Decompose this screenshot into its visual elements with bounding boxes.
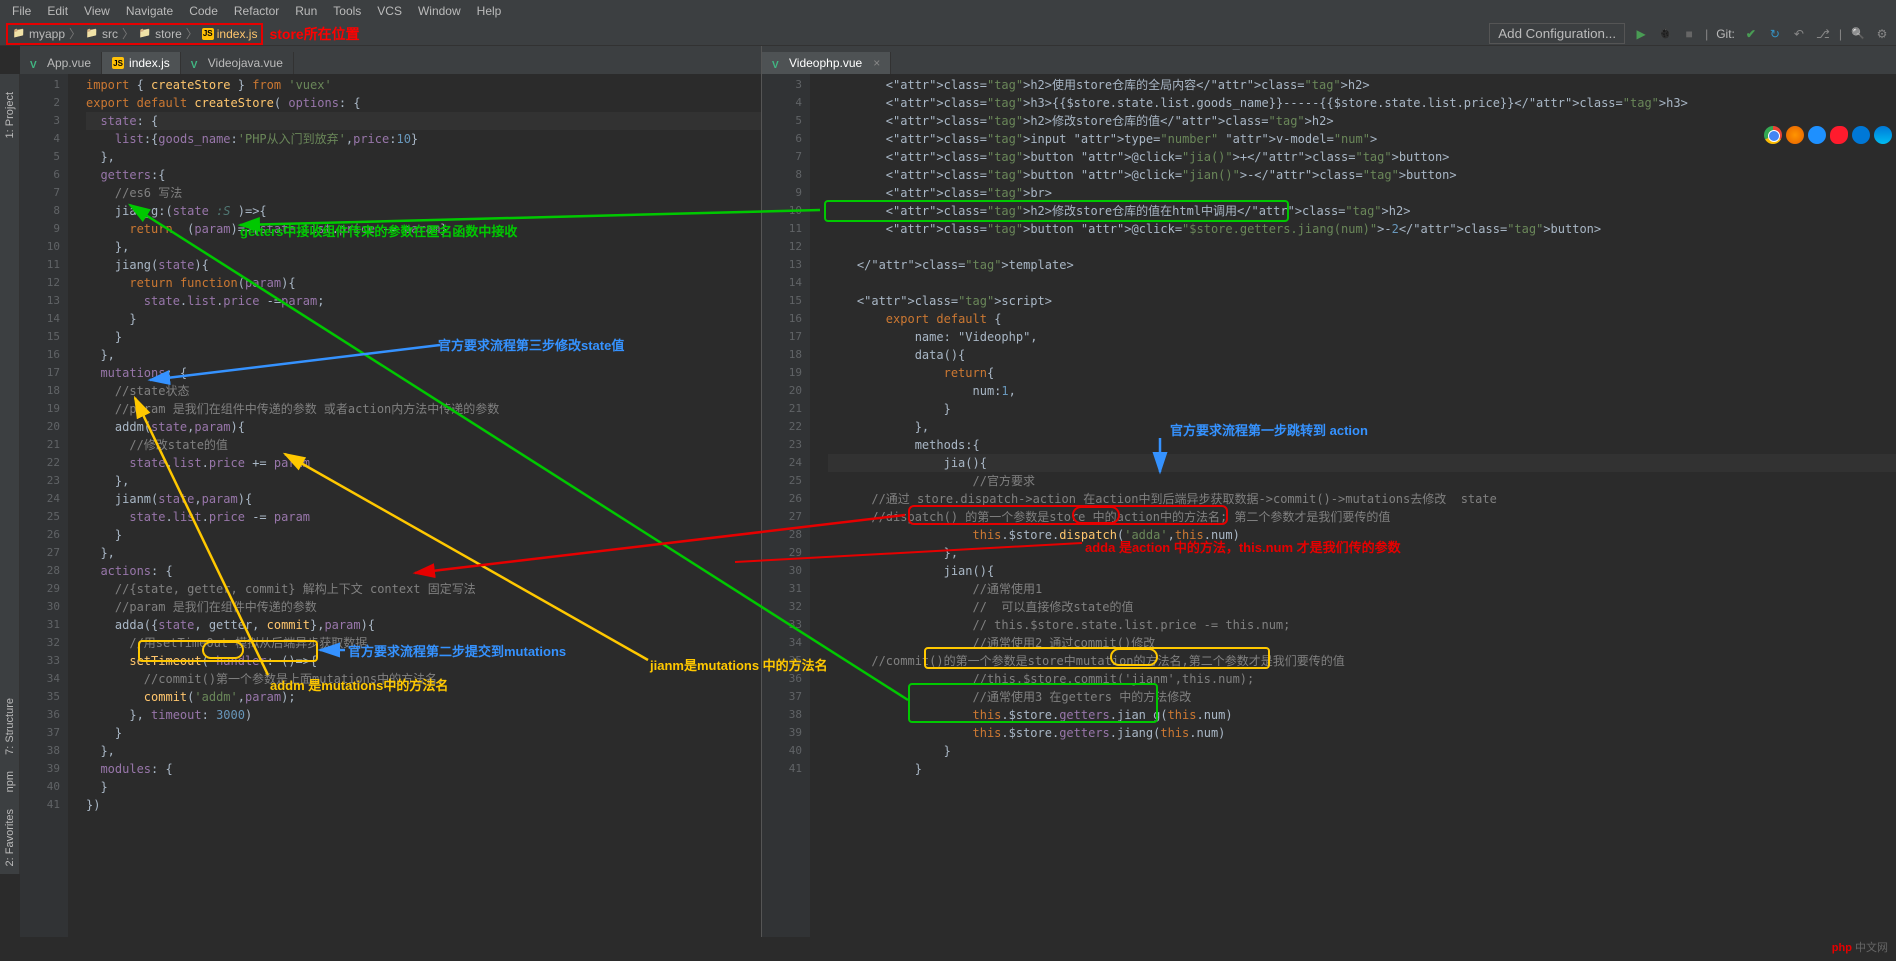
editor-pane-left: App.vue JSindex.js Videojava.vue 1234567… — [20, 46, 762, 937]
annotation-oval-jianm — [1110, 648, 1158, 666]
debug-icon[interactable] — [1657, 26, 1673, 42]
menu-file[interactable]: File — [4, 2, 39, 20]
git-branch-icon[interactable]: ⎇ — [1815, 26, 1831, 42]
menu-navigate[interactable]: Navigate — [118, 2, 181, 20]
navigation-bar: myapp 〉 src 〉 store 〉 JSindex.js store所在… — [0, 22, 1896, 46]
menu-window[interactable]: Window — [410, 2, 469, 20]
annotation-box-commit-jianm — [924, 647, 1270, 669]
annotation-jianm-text: jianm是mutations 中的方法名 — [650, 655, 828, 674]
ie-icon[interactable] — [1852, 126, 1870, 144]
chrome-icon[interactable] — [1764, 126, 1782, 144]
git-label: Git: — [1716, 27, 1735, 41]
folder-icon — [12, 27, 26, 41]
code-lines-left[interactable]: import { createStore } from 'vuex'export… — [68, 74, 761, 937]
annotation-addm-text: addm 是mutations中的方法名 — [270, 675, 448, 694]
annotation-getters-text: getters中接收组件传来的参数在匿名函数中接收 — [240, 221, 517, 240]
git-update-icon[interactable] — [1767, 26, 1783, 42]
annotation-oval-adda — [1072, 506, 1120, 524]
menu-edit[interactable]: Edit — [39, 2, 76, 20]
menu-view[interactable]: View — [76, 2, 118, 20]
annotation-box-getters-html — [824, 200, 1289, 222]
firefox-icon[interactable] — [1786, 126, 1804, 144]
search-everywhere-icon[interactable] — [1850, 26, 1866, 42]
annotation-mutations-text: 官方要求流程第二步提交到mutations — [348, 641, 566, 660]
folder-icon — [138, 27, 152, 41]
stop-icon[interactable] — [1681, 26, 1697, 42]
editor-tabs-right: Videophp.vue× — [762, 46, 1896, 74]
annotation-store-location: store所在位置 — [269, 24, 359, 44]
vue-icon — [30, 57, 42, 69]
menu-run[interactable]: Run — [287, 2, 325, 20]
folder-icon — [85, 27, 99, 41]
annotation-oval-addm — [202, 641, 244, 659]
add-configuration-button[interactable]: Add Configuration... — [1489, 23, 1625, 44]
gutter-left: 1234567891011121314151617181920212223242… — [20, 74, 68, 937]
menu-help[interactable]: Help — [469, 2, 510, 20]
ide-settings-icon[interactable]: ⚙ — [1874, 26, 1890, 42]
annotation-box-getters-call — [908, 683, 1158, 723]
gutter-right: 3456789101112131415161718192021222324252… — [762, 74, 810, 937]
close-icon[interactable]: × — [873, 56, 880, 70]
tool-window-npm[interactable]: npm — [2, 763, 18, 800]
tool-window-project[interactable]: 1: Project — [2, 84, 18, 146]
watermark: php php 中文网中文网 — [1832, 939, 1888, 955]
edge-icon[interactable] — [1874, 126, 1892, 144]
editor-tabs-left: App.vue JSindex.js Videojava.vue — [20, 46, 761, 74]
vue-icon — [772, 57, 784, 69]
opera-icon[interactable] — [1830, 126, 1848, 144]
run-icon[interactable] — [1633, 26, 1649, 42]
breadcrumb[interactable]: myapp 〉 src 〉 store 〉 JSindex.js — [6, 23, 263, 45]
git-revert-icon[interactable]: ↶ — [1791, 26, 1807, 42]
menu-code[interactable]: Code — [181, 2, 226, 20]
annotation-box-dispatch — [908, 505, 1228, 525]
git-commit-icon[interactable] — [1743, 26, 1759, 42]
code-area-left[interactable]: 1234567891011121314151617181920212223242… — [20, 74, 761, 937]
editor-pane-right: Videophp.vue× 34567891011121314151617181… — [762, 46, 1896, 937]
tool-window-bar-left: 1: Project 7: Structure npm 2: Favorites — [0, 74, 20, 874]
menu-bar: File Edit View Navigate Code Refactor Ru… — [0, 0, 1896, 22]
vue-icon — [191, 57, 203, 69]
menu-tools[interactable]: Tools — [325, 2, 369, 20]
annotation-adda-text: adda 是action 中的方法，this.num 才是我们传的参数 — [1085, 537, 1401, 556]
js-icon: JS — [202, 28, 214, 40]
tool-window-structure[interactable]: 7: Structure — [2, 690, 18, 763]
browser-preview-icons — [1764, 126, 1892, 144]
annotation-action-text: 官方要求流程第一步跳转到 action — [1170, 420, 1368, 439]
menu-vcs[interactable]: VCS — [369, 2, 410, 20]
tab-videophp-vue[interactable]: Videophp.vue× — [762, 52, 891, 74]
tab-app-vue[interactable]: App.vue — [20, 52, 102, 74]
tab-videojava-vue[interactable]: Videojava.vue — [181, 52, 294, 74]
annotation-state-text: 官方要求流程第三步修改state值 — [438, 335, 624, 354]
safari-icon[interactable] — [1808, 126, 1826, 144]
js-icon: JS — [112, 57, 124, 69]
tool-window-favorites[interactable]: 2: Favorites — [2, 801, 18, 874]
tab-index-js[interactable]: JSindex.js — [102, 52, 181, 74]
menu-refactor[interactable]: Refactor — [226, 2, 287, 20]
